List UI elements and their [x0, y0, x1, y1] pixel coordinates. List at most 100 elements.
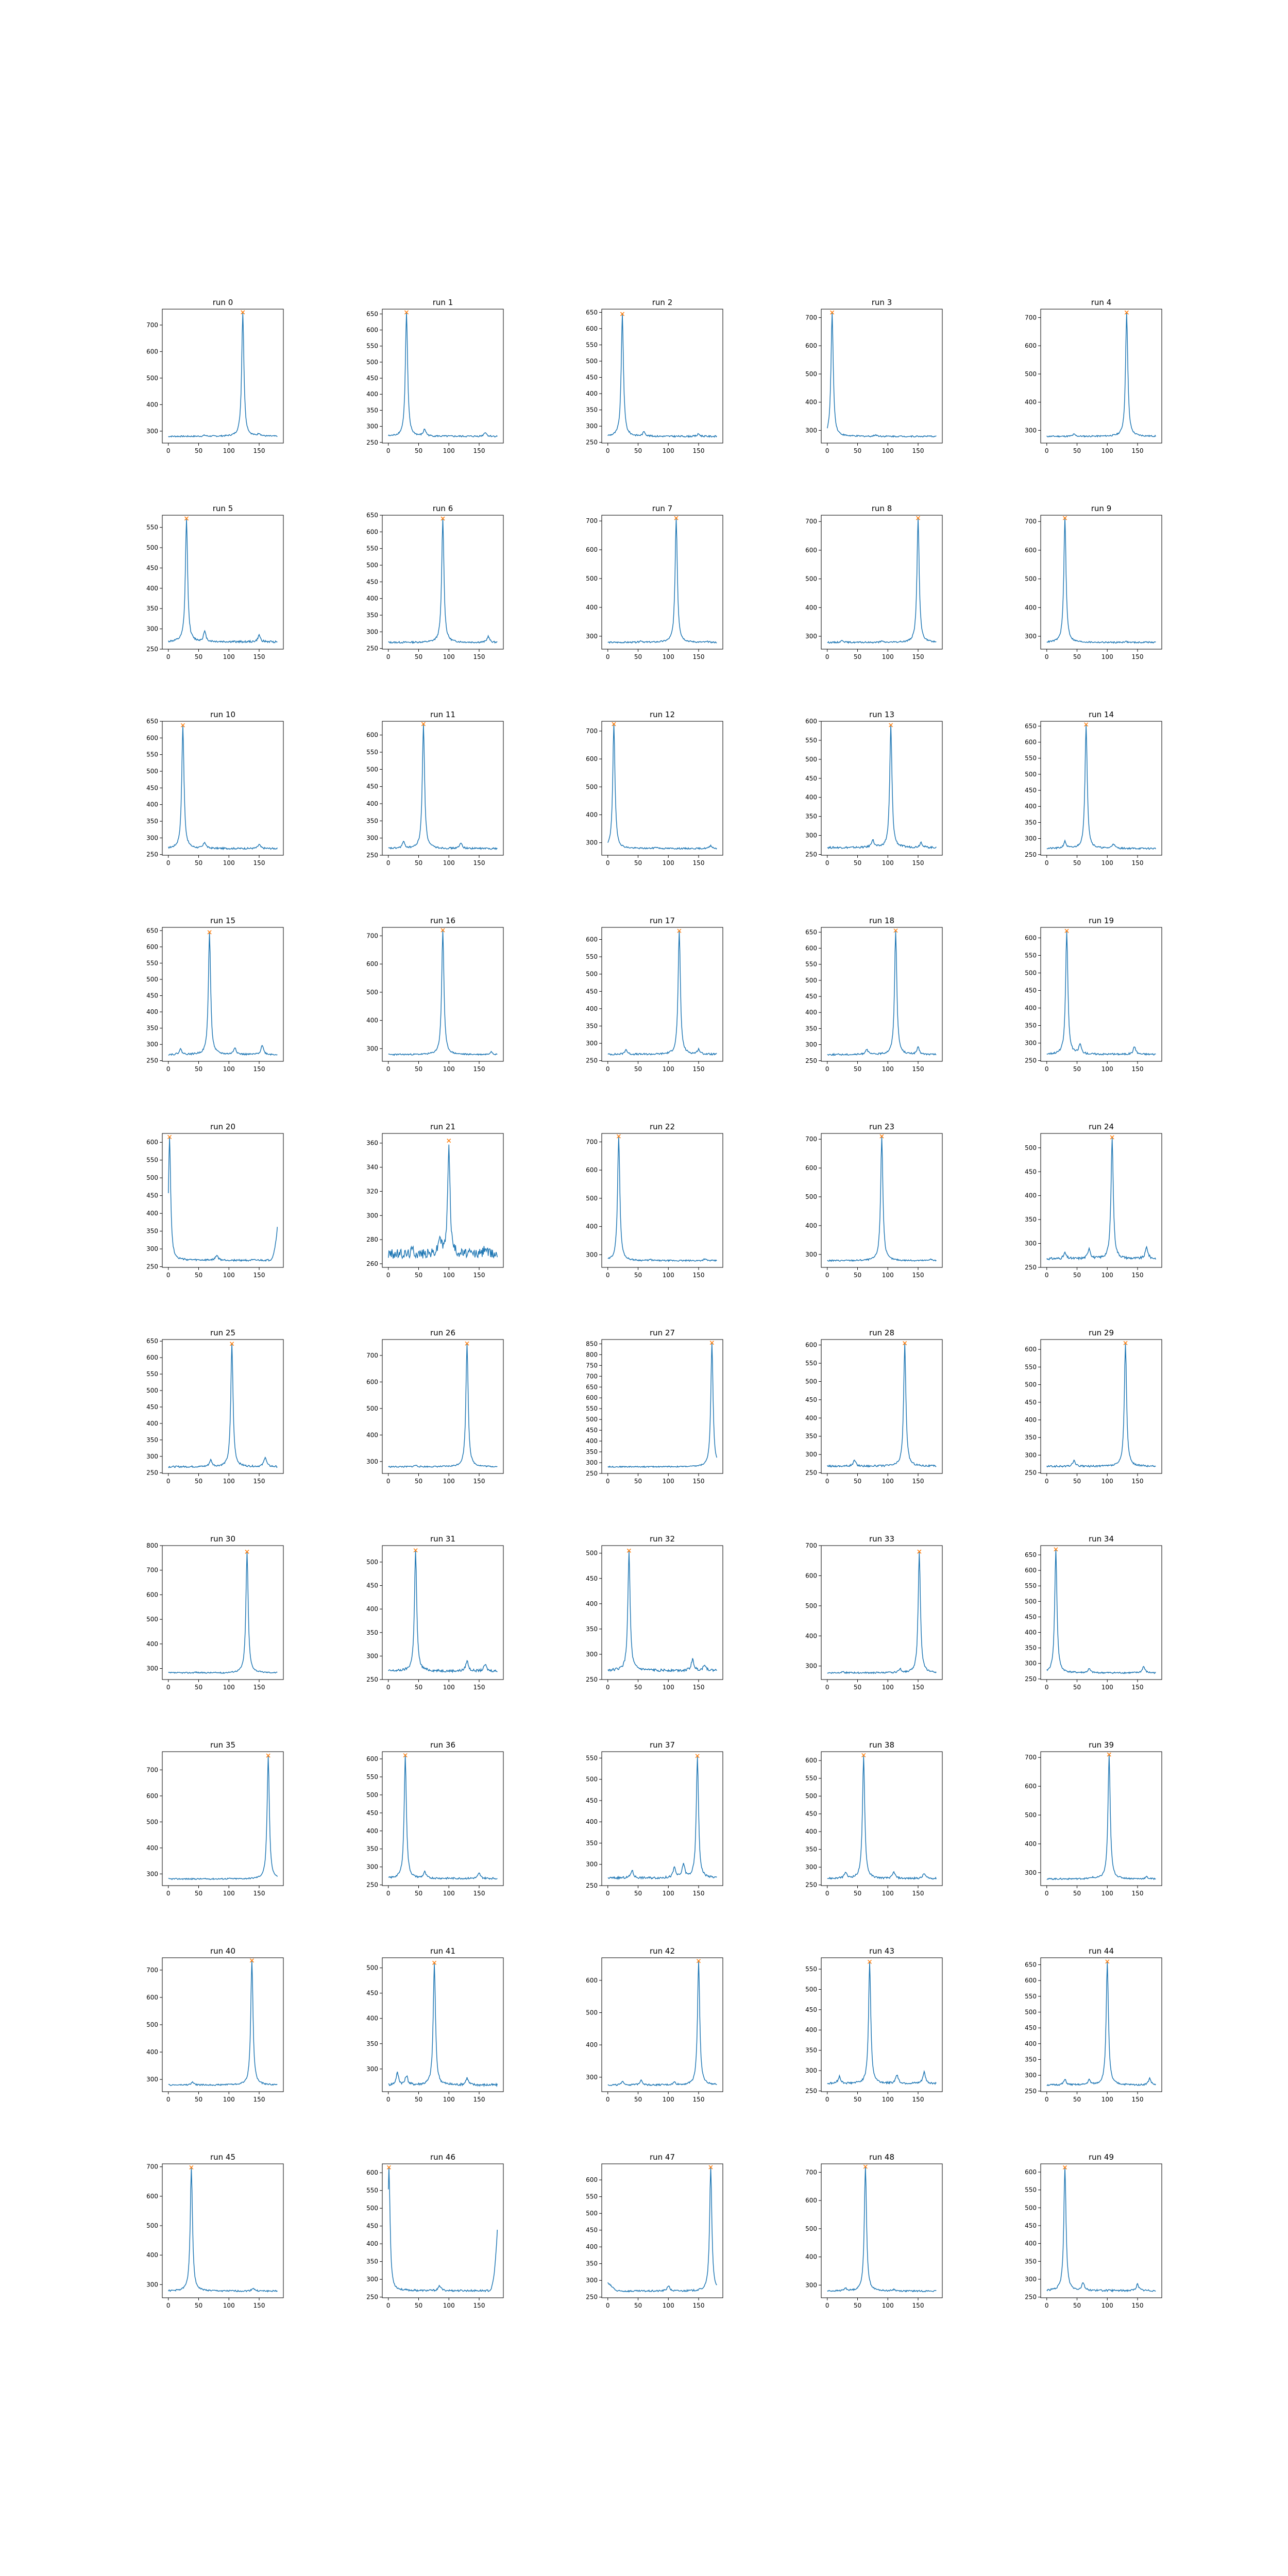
x-tick-label: 50: [195, 1890, 202, 1897]
x-tick-label: 50: [415, 859, 422, 867]
y-tick-label: 250: [805, 1469, 817, 1477]
x-tick-label: 100: [1101, 1272, 1113, 1279]
x-tick-label: 50: [1073, 1065, 1081, 1073]
y-tick-label: 450: [805, 993, 817, 1000]
x-tick-label: 100: [1101, 2096, 1113, 2103]
y-tick-label: 300: [805, 832, 817, 839]
x-tick-label: 0: [606, 1065, 610, 1073]
x-tick-label: 50: [1073, 859, 1081, 867]
axes-frame: [821, 721, 943, 856]
subplot: run 38 0 50 100 150 250 300 350 400 450 500 550 600: [805, 1740, 943, 1897]
signal-line: [1046, 1138, 1156, 1261]
y-tick-label: 500: [586, 1416, 598, 1423]
x-tick-label: 100: [223, 1478, 235, 1485]
signal-line: [388, 1549, 498, 1673]
y-tick-label: 500: [366, 562, 378, 569]
subplot: run 9 0 50 100 150 300 400 500 600 700: [1025, 504, 1162, 660]
x-tick-label: 100: [663, 2302, 674, 2309]
y-tick-label: 650: [1025, 1961, 1037, 1968]
y-tick-label: 600: [586, 546, 598, 553]
y-tick-label: 350: [146, 818, 158, 825]
axes-frame: [382, 2163, 504, 2298]
signal-line: [827, 2166, 937, 2293]
y-tick-label: 600: [805, 718, 817, 725]
y-tick-label: 800: [146, 1542, 158, 1549]
subplot: run 24 0 50 100 150 250 300 350 400 450 500: [1025, 1122, 1162, 1279]
subplot: run 32 0 50 100 150 250 300 350 400 450 500: [586, 1534, 723, 1691]
y-tick-label: 600: [146, 1994, 158, 2001]
signal-line: [388, 930, 498, 1056]
y-tick-label: 450: [586, 1427, 598, 1434]
x-tick-label: 50: [195, 2096, 202, 2103]
x-tick-label: 0: [825, 859, 829, 867]
axes-frame: [821, 309, 943, 444]
y-tick-label: 700: [805, 1542, 817, 1549]
x-tick-label: 0: [1045, 2096, 1049, 2103]
subplot: run 12 0 50 100 150 300 400 500 600 700: [586, 710, 723, 867]
x-tick-label: 0: [1045, 1065, 1049, 1073]
subplot: run 8 0 50 100 150 300 400 500 600 700: [805, 504, 943, 660]
y-tick-label: 500: [1025, 1144, 1037, 1151]
x-tick-label: 0: [825, 653, 829, 660]
x-tick-label: 0: [825, 1272, 829, 1279]
x-tick-label: 150: [253, 653, 265, 660]
x-tick-label: 0: [825, 1065, 829, 1073]
y-tick-label: 300: [1025, 633, 1037, 640]
axes-frame: [382, 1957, 504, 2092]
y-tick-label: 250: [1025, 1469, 1037, 1477]
y-tick-label: 250: [146, 851, 158, 858]
y-tick-label: 350: [366, 1629, 378, 1636]
signal-line: [607, 1137, 717, 1262]
y-tick-label: 250: [586, 439, 598, 446]
y-tick-label: 700: [146, 2163, 158, 2171]
x-tick-label: 50: [854, 1478, 861, 1485]
y-tick-label: 350: [1025, 1434, 1037, 1441]
x-tick-label: 150: [693, 447, 705, 454]
y-tick-label: 850: [586, 1340, 598, 1347]
y-tick-label: 650: [1025, 722, 1037, 730]
y-tick-label: 300: [366, 2276, 378, 2283]
y-tick-label: 600: [805, 1572, 817, 1579]
subplot-title: run 31: [430, 1534, 455, 1544]
x-tick-label: 100: [882, 859, 894, 867]
y-tick-label: 400: [366, 1827, 378, 1835]
x-tick-label: 150: [693, 1478, 705, 1485]
subplot-title: run 32: [650, 1534, 675, 1544]
subplot: run 49 0 50 100 150 250 300 350 400 450 500 550 600: [1025, 2153, 1162, 2309]
subplot-title: run 13: [869, 710, 894, 719]
y-tick-label: 300: [1025, 427, 1037, 434]
subplot-title: run 25: [210, 1328, 235, 1337]
x-tick-label: 100: [663, 1478, 674, 1485]
x-tick-label: 150: [1132, 1478, 1144, 1485]
x-tick-label: 150: [912, 447, 924, 454]
y-tick-label: 400: [366, 1605, 378, 1613]
y-tick-label: 500: [1025, 1811, 1037, 1819]
y-tick-label: 450: [805, 775, 817, 782]
subplot-title: run 19: [1089, 916, 1114, 925]
subplot-title: run 34: [1089, 1534, 1114, 1544]
x-tick-label: 150: [473, 447, 485, 454]
y-tick-label: 350: [1025, 819, 1037, 826]
y-tick-label: 300: [1025, 2276, 1037, 2283]
y-tick-label: 300: [586, 633, 598, 640]
y-tick-label: 450: [586, 1797, 598, 1804]
y-tick-label: 450: [1025, 987, 1037, 994]
y-tick-label: 300: [586, 2277, 598, 2284]
subplot-title: run 38: [869, 1740, 894, 1750]
subplot: run 30 0 50 100 150 300 400 500 600 700 800: [146, 1534, 284, 1691]
subplot: run 28 0 50 100 150 250 300 350 400 450 500 550 600: [805, 1328, 943, 1485]
y-tick-label: 600: [1025, 1783, 1037, 1790]
y-tick-label: 300: [146, 1041, 158, 1048]
y-tick-label: 250: [366, 852, 378, 859]
y-tick-label: 500: [146, 1174, 158, 1181]
y-tick-label: 500: [146, 544, 158, 551]
y-tick-label: 400: [146, 1210, 158, 1217]
x-tick-label: 150: [1132, 1272, 1144, 1279]
signal-line: [168, 313, 278, 438]
y-tick-label: 350: [1025, 1022, 1037, 1029]
y-tick-label: 700: [146, 321, 158, 329]
signal-line: [168, 932, 278, 1056]
axes-frame: [821, 1339, 943, 1474]
x-tick-label: 0: [386, 653, 391, 660]
x-tick-label: 150: [912, 1478, 924, 1485]
